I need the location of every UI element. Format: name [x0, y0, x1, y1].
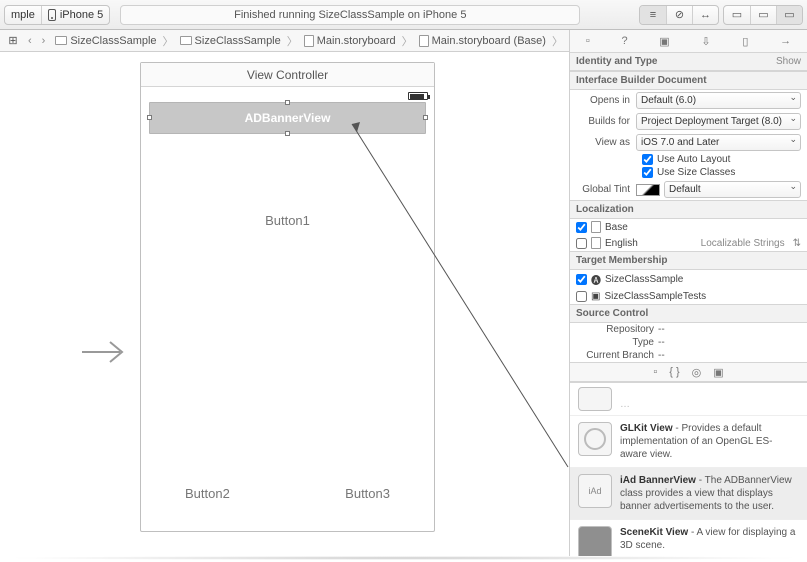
inspector-panel: Identity and Type Show Interface Builder… — [569, 52, 807, 556]
breadcrumb[interactable]: SizeClassSample 〉 SizeClassSample 〉 Main… — [53, 33, 633, 49]
toggle-debug-button[interactable]: ▭ — [750, 6, 776, 24]
library-item-iad-banner[interactable]: iAd iAd BannerView - The ADBannerView cl… — [570, 468, 807, 520]
resize-handle-bottom[interactable] — [285, 131, 290, 136]
opens-in-select[interactable]: Default (6.0) — [636, 92, 801, 109]
file-icon — [591, 237, 601, 249]
ib-document-header[interactable]: Interface Builder Document — [570, 71, 807, 90]
top-toolbar: mple iPhone 5 Finished running SizeClass… — [0, 0, 807, 30]
scheme-left: mple — [11, 9, 35, 21]
target-membership-header[interactable]: Target Membership — [570, 251, 807, 270]
toggle-utilities-button[interactable]: ▭ — [776, 6, 802, 24]
activity-status: Finished running SizeClassSample on iPho… — [120, 5, 580, 25]
chevron-updown-icon[interactable]: ⇅ — [789, 238, 801, 249]
right-toolbar: ≡ ⊘ ↔ ▭ ▭ ▭ — [639, 5, 803, 25]
resize-handle-right[interactable] — [423, 115, 428, 120]
file-icon — [591, 221, 601, 233]
library-tab-bar: ▫ { } ◎ ▣ — [570, 362, 807, 382]
view-controller-scene[interactable]: View Controller ADBannerView Button1 But… — [140, 62, 435, 532]
history-back-button[interactable]: ‹ — [26, 35, 34, 47]
tm-tests-checkbox[interactable] — [576, 291, 587, 302]
loc-base-checkbox[interactable] — [576, 222, 587, 233]
button2[interactable]: Button2 — [185, 486, 230, 501]
library-item-scenekit[interactable]: SceneKit View - A view for displaying a … — [570, 520, 807, 556]
builds-for-select[interactable]: Project Deployment Target (8.0) — [636, 113, 801, 130]
history-forward-button[interactable]: › — [40, 35, 48, 47]
phone-icon — [48, 9, 56, 21]
connections-inspector-tab[interactable]: → — [780, 35, 791, 47]
button1[interactable]: Button1 — [141, 213, 434, 228]
loc-english-checkbox[interactable] — [576, 238, 587, 249]
library-item-icon — [578, 387, 612, 411]
library-item-glkit[interactable]: GLKit View - Provides a default implemen… — [570, 416, 807, 468]
jump-bar: ⊞ ‹ › SizeClassSample 〉 SizeClassSample … — [0, 30, 807, 52]
storyboard-base-icon — [419, 35, 429, 47]
ad-banner-view[interactable]: ADBannerView — [149, 102, 426, 134]
source-control-header[interactable]: Source Control — [570, 304, 807, 323]
standard-editor-button[interactable]: ≡ — [640, 6, 666, 24]
bottom-scrollbar-shadow — [4, 556, 803, 560]
use-sizeclasses-checkbox[interactable] — [642, 167, 653, 178]
entry-point-arrow[interactable] — [80, 332, 130, 375]
scenekit-icon — [578, 526, 612, 556]
tint-swatch[interactable] — [636, 184, 660, 196]
quick-help-tab[interactable]: ? — [621, 35, 627, 47]
object-library-tab[interactable]: ◎ — [692, 366, 702, 379]
glkit-icon — [578, 422, 612, 456]
opens-in-row: Opens in Default (6.0) — [570, 90, 807, 111]
test-target-icon: ▣ — [591, 291, 600, 302]
inspector-tab-bar: ▫ ? ▣ ⇩ ▯ → — [569, 30, 807, 52]
file-inspector-tab[interactable]: ▫ — [586, 35, 590, 47]
resize-handle-left[interactable] — [147, 115, 152, 120]
assistant-editor-button[interactable]: ⊘ — [666, 6, 692, 24]
view-as-row: View as iOS 7.0 and Later — [570, 132, 807, 153]
builds-for-row: Builds for Project Deployment Target (8.… — [570, 111, 807, 132]
scene-title[interactable]: View Controller — [141, 63, 434, 87]
battery-icon — [408, 92, 428, 100]
loc-english-row: English Localizable Strings ⇅ — [570, 235, 807, 251]
tm-app-row: 🅐 SizeClassSample — [570, 270, 807, 289]
project-icon — [55, 36, 67, 45]
code-snippet-library-tab[interactable]: { } — [669, 366, 679, 378]
scheme-selector[interactable]: mple iPhone 5 — [4, 5, 110, 25]
app-target-icon: 🅐 — [591, 272, 601, 287]
panel-visibility-group: ▭ ▭ ▭ — [723, 5, 803, 25]
library-item-partial[interactable]: … — [570, 383, 807, 416]
global-tint-row: Global Tint Default — [570, 179, 807, 200]
editor-canvas[interactable]: View Controller ADBannerView Button1 But… — [0, 52, 569, 556]
related-items-icon[interactable]: ⊞ — [6, 34, 20, 47]
editor-mode-group: ≡ ⊘ ↔ — [639, 5, 719, 25]
localization-header[interactable]: Localization — [570, 200, 807, 219]
loc-base-row: Base — [570, 219, 807, 235]
device-name: iPhone 5 — [60, 9, 103, 21]
size-inspector-tab[interactable]: ▯ — [742, 35, 748, 48]
global-tint-select[interactable]: Default — [664, 181, 801, 198]
iad-icon: iAd — [578, 474, 612, 508]
button3[interactable]: Button3 — [345, 486, 390, 501]
identity-type-header[interactable]: Identity and Type Show — [570, 52, 807, 71]
use-autolayout-checkbox[interactable] — [642, 154, 653, 165]
file-template-library-tab[interactable]: ▫ — [653, 366, 657, 378]
media-library-tab[interactable]: ▣ — [713, 366, 723, 379]
tm-app-checkbox[interactable] — [576, 274, 587, 285]
use-autolayout-row: Use Auto Layout — [570, 153, 807, 166]
toggle-navigator-button[interactable]: ▭ — [724, 6, 750, 24]
use-sizeclasses-row: Use Size Classes — [570, 166, 807, 179]
storyboard-icon — [304, 35, 314, 47]
folder-icon — [180, 36, 192, 45]
identity-inspector-tab[interactable]: ▣ — [659, 35, 669, 48]
view-as-select[interactable]: iOS 7.0 and Later — [636, 134, 801, 151]
object-library[interactable]: … GLKit View - Provides a default implem… — [570, 382, 807, 556]
tm-tests-row: ▣ SizeClassSampleTests — [570, 289, 807, 304]
version-editor-button[interactable]: ↔ — [692, 6, 718, 24]
show-link[interactable]: Show — [776, 56, 801, 67]
attributes-inspector-tab[interactable]: ⇩ — [701, 35, 710, 48]
resize-handle-top[interactable] — [285, 100, 290, 105]
